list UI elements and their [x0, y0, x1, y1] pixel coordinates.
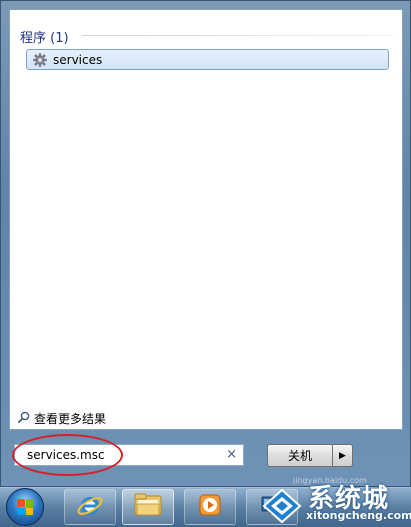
taskbar-button-internet-explorer[interactable] [64, 489, 116, 525]
windows-logo-icon [17, 499, 33, 515]
clear-search-button[interactable]: × [226, 447, 237, 463]
result-item-label: services [53, 52, 103, 67]
taskbar-button-media-player[interactable] [184, 489, 236, 525]
section-divider [82, 35, 394, 36]
folder-icon [133, 492, 163, 522]
power-controls: 关机 ▶ [267, 444, 353, 467]
chevron-right-icon: ▶ [339, 450, 346, 461]
see-more-results-label: 查看更多结果 [34, 412, 107, 426]
shutdown-options-button[interactable]: ▶ [333, 444, 353, 467]
programs-section-header: 程序 (1) [20, 27, 69, 46]
see-more-results-link[interactable]: 查看更多结果 [18, 410, 106, 427]
taskbar-button-windows-explorer[interactable] [122, 489, 174, 525]
screen: 程序 (1) services 查看更多结果 services.msc × 关机… [0, 0, 411, 527]
search-icon [18, 411, 30, 426]
shutdown-button[interactable]: 关机 [267, 444, 333, 467]
search-input[interactable] [27, 448, 217, 462]
search-results-panel: 程序 (1) services 查看更多结果 [9, 9, 403, 430]
faint-watermark: jingyan.baidu.com [293, 476, 367, 485]
start-menu: 程序 (1) services 查看更多结果 services.msc × 关机… [0, 0, 411, 487]
ie-icon [76, 491, 104, 523]
search-box[interactable]: × [14, 444, 244, 466]
programs-section-title: 程序 (1) [20, 31, 69, 46]
monitor-icon [258, 491, 286, 523]
result-item-services[interactable]: services [26, 49, 389, 70]
media-player-icon [196, 491, 224, 523]
taskbar-button-remote-desktop[interactable] [246, 489, 298, 525]
start-button[interactable] [6, 488, 44, 526]
gear-icon [32, 52, 48, 68]
